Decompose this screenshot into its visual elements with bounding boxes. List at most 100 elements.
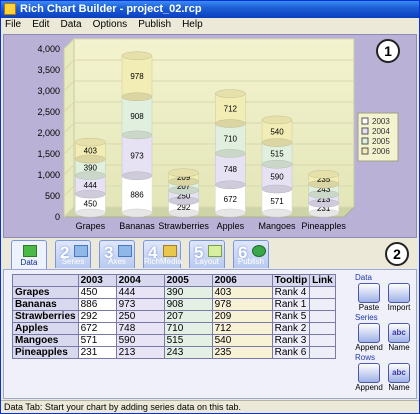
y-tick-label: 1,000: [37, 170, 60, 180]
data-label: 710: [224, 134, 238, 143]
table-cell[interactable]: 450: [77, 286, 117, 299]
tooltip-cell[interactable]: Rank 3: [271, 334, 311, 347]
link-cell[interactable]: [309, 298, 336, 311]
table-cell[interactable]: 748: [115, 322, 165, 335]
table-cell[interactable]: 908: [163, 298, 213, 311]
bar-segment-bottom: [261, 159, 293, 169]
data-label: 540: [270, 127, 284, 136]
link-cell[interactable]: [309, 286, 336, 299]
legend-entry: 2006: [372, 147, 390, 156]
row-header[interactable]: Apples: [12, 322, 79, 335]
data-label: 390: [84, 163, 98, 172]
table-cell[interactable]: 403: [211, 286, 273, 299]
rows-name-label: Name: [388, 383, 410, 392]
row-header[interactable]: Strawberries: [12, 310, 79, 323]
table-cell[interactable]: 515: [163, 334, 213, 347]
data-label: 973: [130, 151, 144, 160]
x-tick-label: Pineapples: [301, 221, 346, 231]
bar-segment-bottom: [75, 189, 106, 199]
table-cell[interactable]: 886: [77, 298, 117, 311]
table-cell[interactable]: 672: [77, 322, 117, 335]
menu-data[interactable]: Data: [56, 18, 85, 30]
bar-top-cap: [261, 115, 293, 125]
row-header[interactable]: Pineapples: [12, 346, 79, 359]
bar-top-cap: [75, 137, 106, 147]
link-cell[interactable]: [309, 322, 336, 335]
table-cell[interactable]: 213: [115, 346, 165, 359]
series-name-button[interactable]: abc Name: [385, 323, 413, 352]
table-cell[interactable]: 710: [163, 322, 213, 335]
y-tick-label: 2,500: [37, 107, 60, 117]
table-cell[interactable]: 250: [115, 310, 165, 323]
table-icon: [23, 245, 37, 257]
tab-series-label: Series: [61, 257, 85, 266]
data-label: 450: [84, 200, 98, 209]
y-tick-label: 3,500: [37, 65, 60, 75]
tab-richmedia-label: RichMedia: [144, 257, 182, 266]
table-cell[interactable]: 207: [163, 310, 213, 323]
link-cell[interactable]: [309, 310, 336, 323]
table-cell[interactable]: 712: [211, 322, 273, 335]
header-row: 2003 2004 2005 2006 Tooltip Link: [12, 274, 336, 287]
table-cell[interactable]: 978: [211, 298, 273, 311]
menu-help[interactable]: Help: [178, 18, 207, 30]
paste-button[interactable]: Paste: [355, 283, 383, 312]
link-cell[interactable]: [309, 334, 336, 347]
table-cell[interactable]: 390: [163, 286, 213, 299]
menu-options[interactable]: Options: [89, 18, 131, 30]
bar-segment-bottom: [261, 138, 293, 147]
tab-series[interactable]: 2 Series: [55, 240, 91, 268]
column-header-2005[interactable]: 2005: [163, 274, 213, 287]
table-cell[interactable]: 973: [115, 298, 165, 311]
tooltip-cell[interactable]: Rank 6: [271, 346, 311, 359]
data-label: 515: [270, 149, 284, 158]
table-cell[interactable]: 231: [77, 346, 117, 359]
rows-name-button[interactable]: abc Name: [385, 363, 413, 392]
rows-group-label: Rows: [355, 353, 376, 362]
bar-segment-bottom: [75, 171, 106, 180]
tab-layout[interactable]: 5 Layout: [189, 240, 225, 268]
append-series-icon: [358, 323, 380, 343]
menu-publish[interactable]: Publish: [134, 18, 175, 30]
column-header-2003[interactable]: 2003: [77, 274, 117, 287]
table-cell[interactable]: 209: [211, 310, 273, 323]
tab-axes[interactable]: 3 Axes: [99, 240, 135, 268]
menu-file[interactable]: File: [1, 18, 25, 30]
table-cell[interactable]: 571: [77, 334, 117, 347]
column-header-2004[interactable]: 2004: [115, 274, 165, 287]
series-append-button[interactable]: Append: [355, 323, 383, 352]
table-row: Pineapples 231 213 243 235 Rank 6: [12, 346, 336, 359]
table-cell[interactable]: 444: [115, 286, 165, 299]
table-cell[interactable]: 243: [163, 346, 213, 359]
table-cell[interactable]: 590: [115, 334, 165, 347]
tooltip-cell[interactable]: Rank 5: [271, 310, 311, 323]
column-header-2006[interactable]: 2006: [211, 274, 273, 287]
link-cell[interactable]: [309, 346, 336, 359]
window-title: Rich Chart Builder - project_02.rcp: [20, 3, 202, 15]
table-cell[interactable]: 235: [211, 346, 273, 359]
table-cell[interactable]: 292: [77, 310, 117, 323]
tab-axes-label: Axes: [108, 257, 126, 266]
menu-edit[interactable]: Edit: [28, 18, 53, 30]
data-grid: 2003 2004 2005 2006 Tooltip Link Grapes …: [12, 274, 336, 359]
row-header[interactable]: Mangoes: [12, 334, 79, 347]
tab-richmedia[interactable]: 4 RichMedia: [143, 240, 182, 268]
tab-publish[interactable]: 6 Publish: [233, 240, 269, 268]
tooltip-cell[interactable]: Rank 1: [271, 298, 311, 311]
bar-top-cap: [168, 168, 199, 178]
row-header[interactable]: Bananas: [12, 298, 79, 311]
row-header[interactable]: Grapes: [12, 286, 79, 299]
column-header-link[interactable]: Link: [309, 274, 336, 287]
column-header-tooltip[interactable]: Tooltip: [271, 274, 311, 287]
tab-data[interactable]: Data: [11, 240, 47, 269]
rows-append-button[interactable]: Append: [355, 363, 383, 392]
table-cell[interactable]: 540: [211, 334, 273, 347]
media-icon: [163, 245, 177, 257]
tab-strip: Data 2 Series 3 Axes 4 RichMedia 5 Layou…: [3, 240, 417, 269]
tooltip-cell[interactable]: Rank 2: [271, 322, 311, 335]
tooltip-cell[interactable]: Rank 4: [271, 286, 311, 299]
tab-publish-label: Publish: [237, 257, 265, 266]
import-button[interactable]: Import: [385, 283, 413, 312]
bar-segment-bottom: [121, 171, 153, 181]
import-icon: [388, 283, 410, 303]
